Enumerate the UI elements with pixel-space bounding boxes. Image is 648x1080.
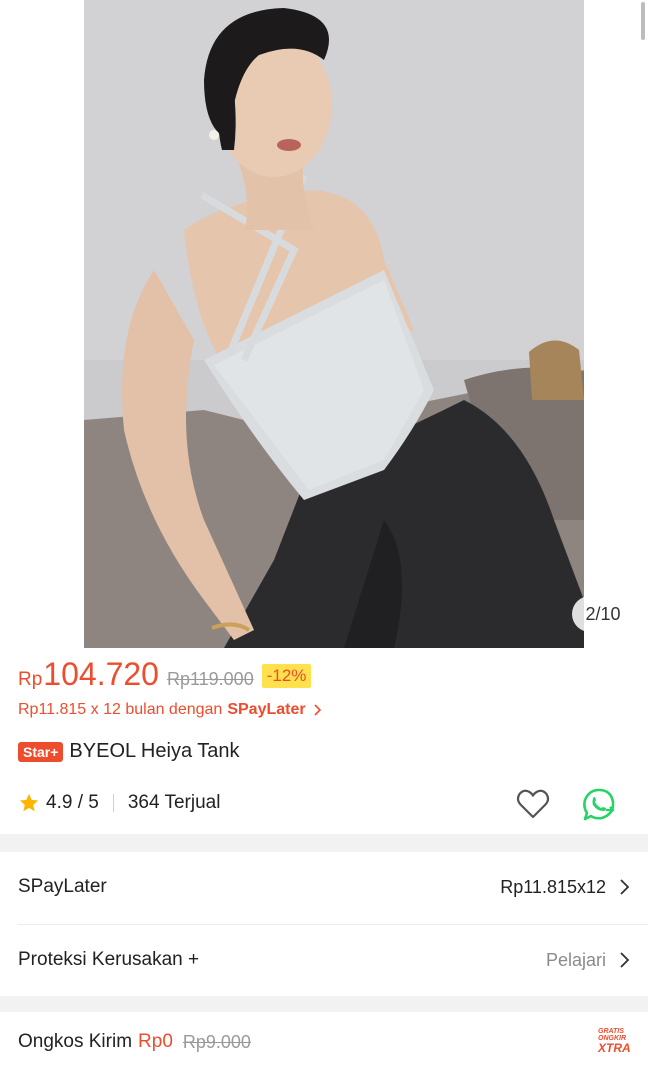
spaylater-label: SPayLater	[18, 876, 107, 897]
price-row: Rp 104.720 Rp119.000 -12%	[18, 656, 312, 696]
chevron-right-icon	[314, 704, 321, 716]
spaylater-row[interactable]: SPayLater Rp11.815x12	[0, 852, 648, 922]
rating-divider	[112, 794, 114, 812]
discount-badge: -12%	[261, 664, 312, 688]
chevron-right-icon	[620, 879, 630, 895]
product-photo-illustration	[84, 0, 584, 648]
product-title: BYEOL Heiya Tank	[69, 740, 240, 762]
spaylater-brand: SPayLater	[227, 701, 306, 718]
heart-icon[interactable]	[515, 787, 551, 821]
section-gap	[0, 834, 648, 852]
page-scrollbar[interactable]	[641, 2, 645, 40]
chevron-right-icon	[620, 952, 630, 968]
spaylater-promo-text: Rp11.815 x 12 bulan dengan	[18, 701, 223, 718]
section-gap	[0, 996, 648, 1012]
spaylater-promo-link[interactable]: Rp11.815 x 12 bulan dengan SPayLater	[18, 701, 322, 719]
shipping-original-price: Rp9.000	[182, 1031, 251, 1052]
shipping-free-price: Rp0	[138, 1031, 173, 1052]
free-shipping-logo-bottom: XTRA	[598, 1041, 631, 1055]
price-original: Rp119.000	[166, 669, 254, 689]
free-shipping-logo-top: GRATIS ONGKIR	[598, 1028, 626, 1042]
sold-count: 364 Terjual	[127, 792, 221, 813]
price-currency: Rp	[18, 669, 43, 690]
shipping-row[interactable]: Ongkos Kirim Rp0 Rp9.000	[0, 1012, 648, 1072]
rating-score: 4.9 / 5	[46, 792, 99, 813]
price-current: 104.720	[43, 656, 159, 692]
rating-row[interactable]: 4.9 / 5 364 Terjual	[18, 788, 220, 818]
product-photo[interactable]	[84, 0, 584, 648]
protection-learn-link[interactable]: Pelajari	[546, 950, 606, 971]
protection-row[interactable]: Proteksi Kerusakan + Pelajari	[0, 925, 648, 995]
image-counter: 2/10	[572, 596, 634, 632]
whatsapp-share-icon[interactable]	[580, 786, 618, 824]
product-title-row: Star+ BYEOL Heiya Tank	[18, 740, 240, 763]
free-shipping-xtra-logo: GRATIS ONGKIR XTRA	[598, 1028, 632, 1058]
product-image-gallery[interactable]: 2/10	[0, 0, 648, 648]
shipping-label: Ongkos Kirim	[18, 1031, 133, 1052]
spaylater-value: Rp11.815x12	[500, 876, 606, 897]
protection-label: Proteksi Kerusakan +	[18, 949, 200, 970]
star-plus-badge: Star+	[18, 741, 64, 762]
star-icon	[19, 793, 39, 812]
